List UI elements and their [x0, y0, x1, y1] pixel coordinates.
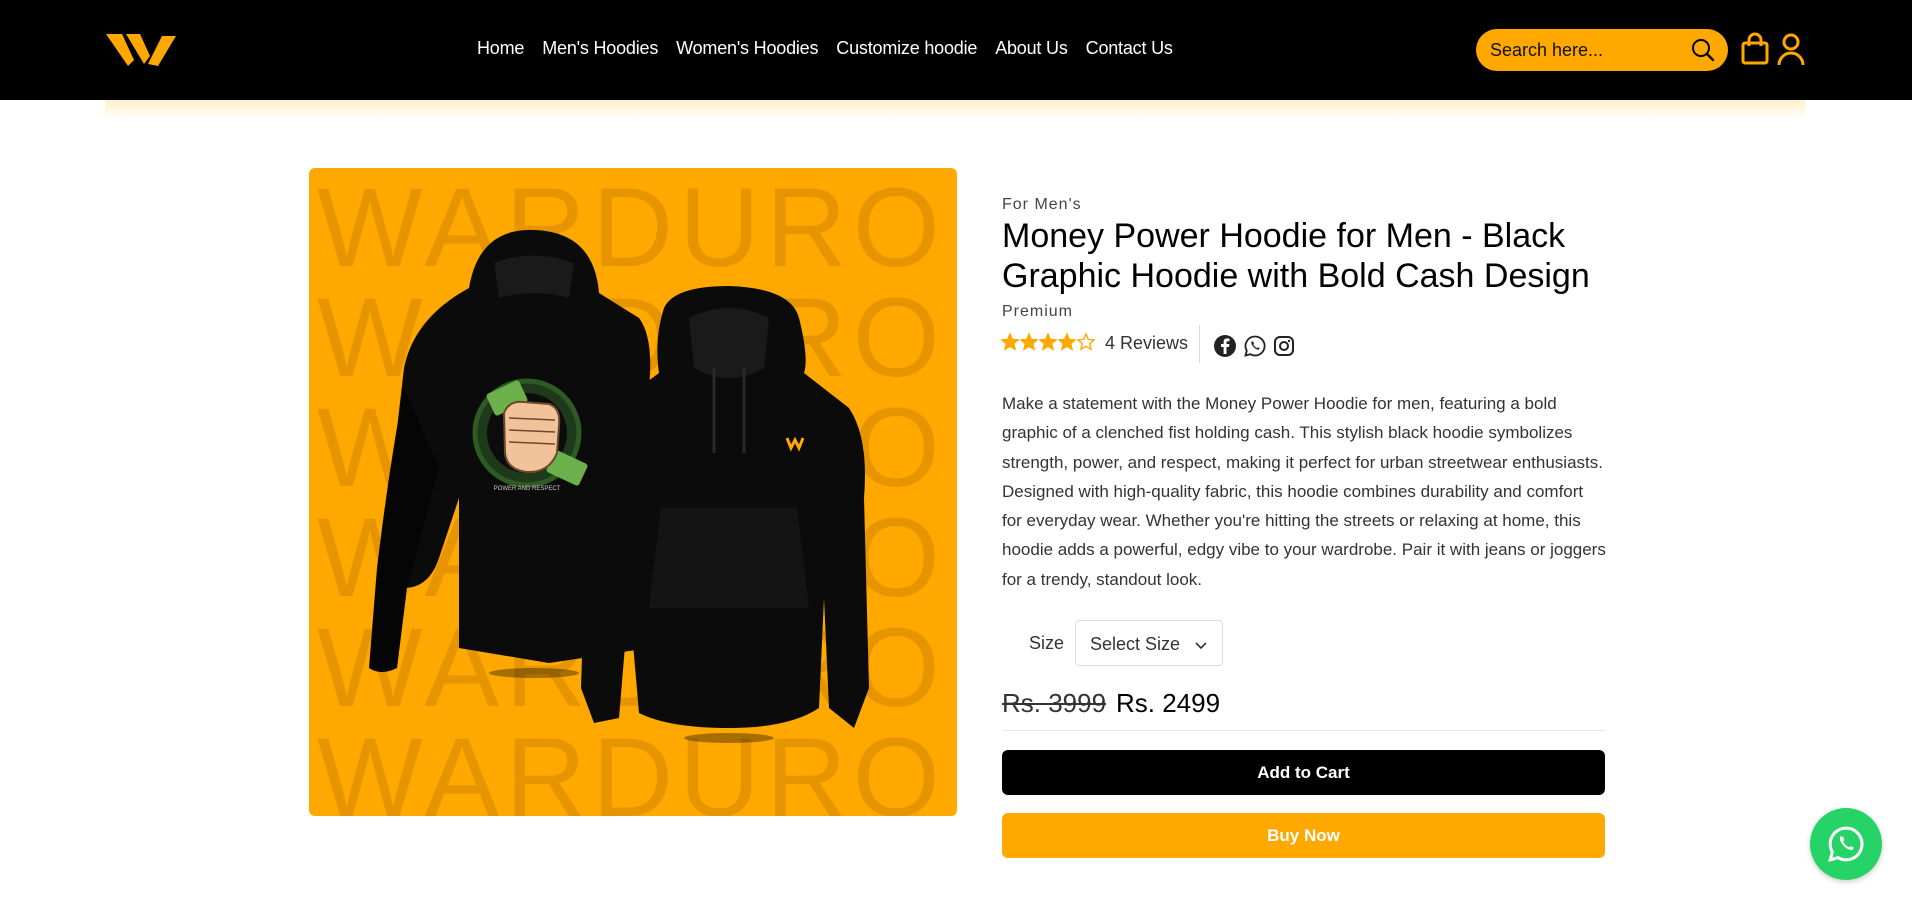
hoodie-illustration: POWER AND RESPECT — [369, 229, 869, 743]
instagram-icon[interactable] — [1272, 334, 1296, 358]
search-bar — [1476, 29, 1728, 71]
buy-now-button[interactable]: Buy Now — [1002, 813, 1605, 858]
nav-mens-hoodies[interactable]: Men's Hoodies — [542, 38, 658, 59]
add-to-cart-button[interactable]: Add to Cart — [1002, 750, 1605, 795]
facebook-icon[interactable] — [1213, 334, 1237, 358]
product-title: Money Power Hoodie for Men - Black Graph… — [1002, 217, 1590, 295]
main-nav: Home Men's Hoodies Women's Hoodies Custo… — [477, 38, 1173, 59]
user-icon[interactable] — [1776, 32, 1806, 66]
warduro-logo[interactable] — [104, 30, 178, 70]
product-image[interactable]: WARDURO WARDURO WARDURO WARDURO WARDURO … — [309, 168, 957, 816]
nav-home[interactable]: Home — [477, 38, 524, 59]
whatsapp-icon[interactable] — [1243, 334, 1267, 358]
nav-womens-hoodies[interactable]: Women's Hoodies — [676, 38, 818, 59]
star-empty-icon — [1077, 333, 1095, 351]
divider — [1002, 730, 1605, 731]
product-tag: Premium — [1002, 303, 1074, 320]
emblem-text: POWER AND RESPECT — [494, 486, 561, 492]
header-shadow — [105, 100, 1805, 120]
product-description: Make a statement with the Money Power Ho… — [1002, 394, 1606, 589]
search-input[interactable] — [1490, 38, 1680, 62]
nav-about-us[interactable]: About Us — [995, 38, 1068, 59]
sale-price: Rs. 2499 — [1116, 688, 1221, 718]
rating-stars — [1001, 333, 1095, 351]
chevron-down-icon — [1195, 642, 1207, 650]
nav-customize-hoodie[interactable]: Customize hoodie — [836, 38, 977, 59]
size-select-value: Select Size — [1090, 634, 1181, 654]
star-filled-icon — [1001, 333, 1019, 351]
site-header: Home Men's Hoodies Women's Hoodies Custo… — [0, 0, 1912, 100]
reviews-link[interactable]: 4 Reviews — [1105, 333, 1188, 354]
divider — [1199, 325, 1200, 363]
star-filled-icon — [1058, 333, 1076, 351]
search-icon[interactable] — [1690, 37, 1716, 63]
nav-contact-us[interactable]: Contact Us — [1086, 38, 1173, 59]
original-price: Rs. 3999 — [1002, 688, 1107, 718]
whatsapp-chat-button[interactable] — [1810, 808, 1882, 880]
star-filled-icon — [1039, 333, 1057, 351]
whatsapp-icon — [1828, 826, 1864, 862]
product-category: For Men's — [1002, 196, 1082, 213]
star-filled-icon — [1020, 333, 1038, 351]
shopping-bag-icon[interactable] — [1740, 32, 1770, 66]
size-select[interactable]: Select Size — [1075, 620, 1223, 666]
size-label: Size — [1029, 633, 1065, 653]
